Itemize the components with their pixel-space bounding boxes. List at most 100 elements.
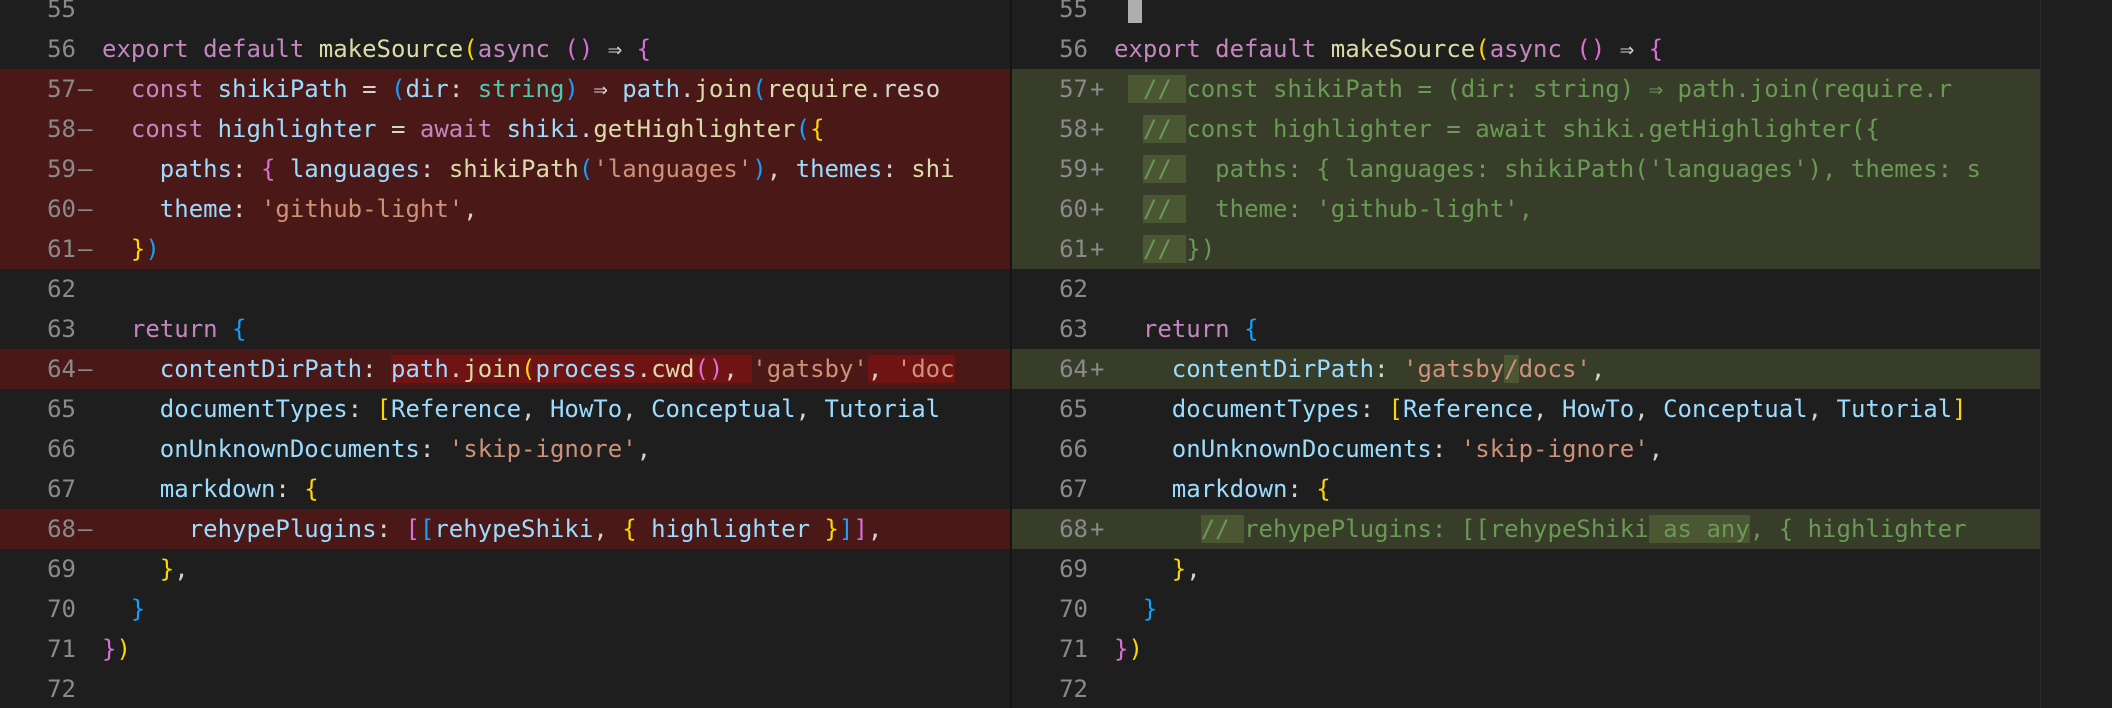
code-text[interactable]: rehypePlugins: [[rehypeShiki, { highligh… — [102, 509, 883, 549]
modified-line-58[interactable]: 58 + // const highlighter = await shiki.g… — [1012, 109, 2040, 149]
code-text[interactable]: const highlighter = await shiki.getHighl… — [102, 109, 825, 149]
original-line-59[interactable]: 59— paths: { languages: shikiPath('langu… — [0, 149, 1010, 189]
code-token: ] — [838, 515, 854, 543]
original-line-55[interactable]: 55 — [0, 0, 1010, 29]
code-token: } — [102, 235, 146, 263]
modified-line-68[interactable]: 68 + // rehypePlugins: [[rehypeShiki as a… — [1012, 509, 2040, 549]
code-text[interactable]: }) — [102, 629, 131, 669]
code-text[interactable]: markdown: { — [102, 469, 319, 509]
line-number: 57 — [47, 75, 76, 103]
code-token: . — [578, 115, 594, 143]
code-token: : — [419, 435, 449, 463]
original-line-57[interactable]: 57— const shikiPath = (dir: string) ⇒ pa… — [0, 69, 1010, 109]
original-line-65[interactable]: 65 documentTypes: [Reference, HowTo, Con… — [0, 389, 1010, 429]
code-token: ) — [1128, 635, 1143, 663]
code-text[interactable]: // theme: 'github-light', — [1114, 189, 1533, 229]
original-line-63[interactable]: 63 return { — [0, 309, 1010, 349]
code-text[interactable]: contentDirPath: 'gatsby/docs', — [1114, 349, 1605, 389]
original-line-67[interactable]: 67 markdown: { — [0, 469, 1010, 509]
diff-modified-pane[interactable]: 55 56 export default makeSource(async () ⇒… — [1012, 0, 2040, 708]
code-token: getHighlighter — [593, 115, 796, 143]
modified-line-57[interactable]: 57 + // const shikiPath = (dir: string) ⇒… — [1012, 69, 2040, 109]
modified-line-70[interactable]: 70 } — [1012, 589, 2040, 629]
line-number: 72 — [47, 675, 76, 703]
line-number: 68 — [47, 515, 76, 543]
code-text[interactable]: // rehypePlugins: [[rehypeShiki as any, … — [1114, 509, 1967, 549]
code-text[interactable]: markdown: { — [1114, 469, 1331, 509]
overview-ruler[interactable] — [2040, 0, 2112, 708]
code-text[interactable]: export default makeSource(async () ⇒ { — [102, 29, 651, 69]
original-line-62[interactable]: 62 — [0, 269, 1010, 309]
original-line-61[interactable]: 61— }) — [0, 229, 1010, 269]
code-text[interactable]: documentTypes: [Reference, HowTo, Concep… — [102, 389, 940, 429]
code-text[interactable]: export default makeSource(async () ⇒ { — [1114, 29, 1663, 69]
modified-line-60[interactable]: 60 + // theme: 'github-light', — [1012, 189, 2040, 229]
code-text[interactable]: }, — [1114, 549, 1201, 589]
code-text[interactable]: contentDirPath: path.join(process.cwd(),… — [102, 349, 955, 389]
original-line-72[interactable]: 72 — [0, 669, 1010, 708]
code-token: , — [766, 155, 796, 183]
code-token: shiki — [506, 115, 579, 143]
code-token: } — [1114, 635, 1129, 663]
line-number: 61 — [1059, 235, 1088, 263]
modified-line-59[interactable]: 59 + // paths: { languages: shikiPath('la… — [1012, 149, 2040, 189]
code-token: , — [1634, 395, 1664, 423]
original-line-71[interactable]: 71}) — [0, 629, 1010, 669]
modified-line-56[interactable]: 56 export default makeSource(async () ⇒ { — [1012, 29, 2040, 69]
code-token: rehypePlugins — [102, 515, 377, 543]
code-text[interactable]: } — [1114, 589, 1157, 629]
modified-line-62[interactable]: 62 — [1012, 269, 2040, 309]
modified-line-69[interactable]: 69 }, — [1012, 549, 2040, 589]
code-text[interactable]: // const highlighter = await shiki.getHi… — [1114, 109, 1880, 149]
modified-line-65[interactable]: 65 documentTypes: [Reference, HowTo, Con… — [1012, 389, 2040, 429]
code-token: : — [232, 155, 261, 183]
modified-line-66[interactable]: 66 onUnknownDocuments: 'skip-ignore', — [1012, 429, 2040, 469]
code-text[interactable]: // }) — [1114, 229, 1215, 269]
code-token: = — [376, 115, 420, 143]
code-token: : — [448, 75, 478, 103]
code-text[interactable]: }) — [102, 229, 160, 269]
line-number: 63 — [47, 315, 76, 343]
code-token: contentDirPath — [102, 355, 363, 383]
original-line-58[interactable]: 58— const highlighter = await shiki.getH… — [0, 109, 1010, 149]
modified-line-71[interactable]: 71}) — [1012, 629, 2040, 669]
code-token: , — [723, 355, 753, 383]
code-text[interactable]: paths: { languages: shikiPath('languages… — [102, 149, 955, 189]
code-text[interactable]: } — [102, 589, 145, 629]
code-token: , — [1648, 435, 1664, 463]
original-line-68[interactable]: 68— rehypePlugins: [[rehypeShiki, { high… — [0, 509, 1010, 549]
line-number: 55 — [47, 0, 76, 23]
line-number: 67 — [47, 475, 76, 503]
code-text[interactable]: // const shikiPath = (dir: string) ⇒ pat… — [1114, 69, 1952, 109]
code-text[interactable]: documentTypes: [Reference, HowTo, Concep… — [1114, 389, 1967, 429]
code-text[interactable]: theme: 'github-light', — [102, 189, 478, 229]
modified-line-64[interactable]: 64 + contentDirPath: 'gatsby/docs', — [1012, 349, 2040, 389]
code-token: [ — [405, 515, 420, 543]
modified-line-63[interactable]: 63 return { — [1012, 309, 2040, 349]
modified-line-72[interactable]: 72 — [1012, 669, 2040, 708]
code-text[interactable]: return { — [1114, 309, 1259, 349]
code-text[interactable]: const shikiPath = (dir: string) ⇒ path.j… — [102, 69, 940, 109]
code-token: Tutorial — [1836, 395, 1953, 423]
code-text[interactable]: onUnknownDocuments: 'skip-ignore', — [1114, 429, 1663, 469]
code-token: , — [174, 555, 189, 583]
original-line-66[interactable]: 66 onUnknownDocuments: 'skip-ignore', — [0, 429, 1010, 469]
code-token: highlighter — [651, 515, 811, 543]
modified-line-67[interactable]: 67 markdown: { — [1012, 469, 2040, 509]
code-text[interactable]: // paths: { languages: shikiPath('langua… — [1114, 149, 1981, 189]
modified-line-55[interactable]: 55 — [1012, 0, 2040, 29]
original-line-56[interactable]: 56 export default makeSource(async () ⇒ { — [0, 29, 1010, 69]
diff-original-pane[interactable]: 55 56 export default makeSource(async () ⇒… — [0, 0, 1010, 708]
original-line-60[interactable]: 60— theme: 'github-light', — [0, 189, 1010, 229]
code-text[interactable]: }) — [1114, 629, 1143, 669]
removed-marker: — — [78, 235, 93, 263]
original-line-64[interactable]: 64— contentDirPath: path.join(process.cw… — [0, 349, 1010, 389]
code-token: join — [463, 355, 522, 383]
code-text[interactable]: return { — [102, 309, 247, 349]
code-text[interactable]: }, — [102, 549, 189, 589]
original-line-69[interactable]: 69 }, — [0, 549, 1010, 589]
code-text[interactable]: onUnknownDocuments: 'skip-ignore', — [102, 429, 651, 469]
original-line-70[interactable]: 70 } — [0, 589, 1010, 629]
modified-line-61[interactable]: 61 + // }) — [1012, 229, 2040, 269]
code-token: : — [376, 515, 406, 543]
